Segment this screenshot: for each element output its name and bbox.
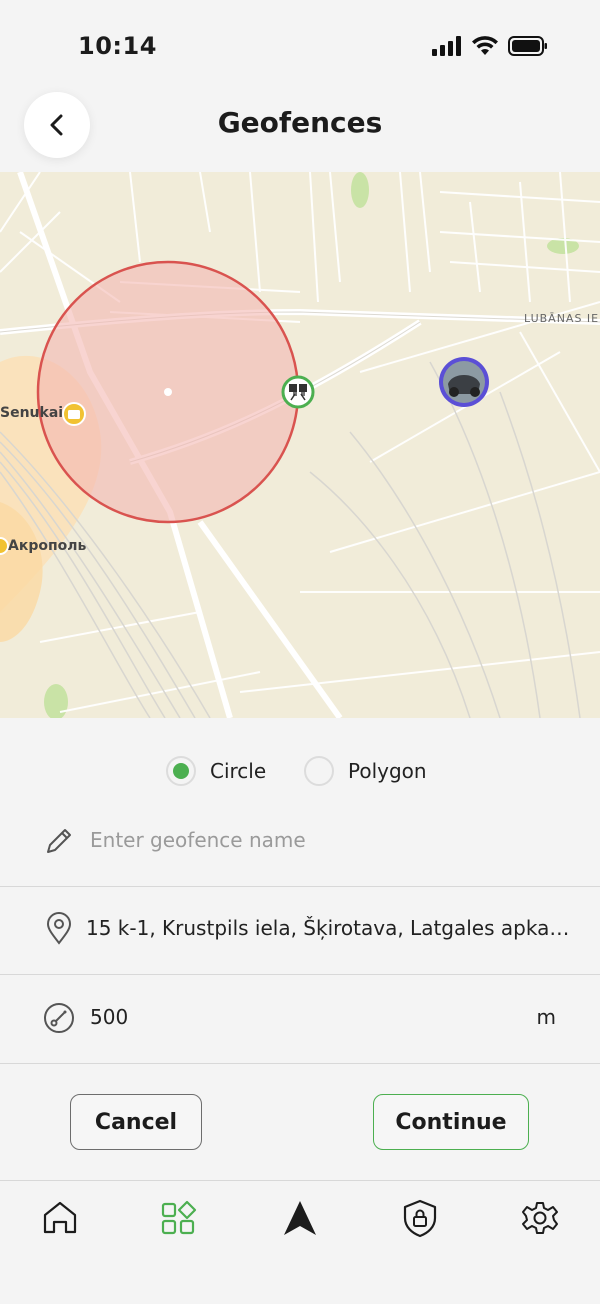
radius-field-row[interactable]: 500 m [0,975,600,1064]
navigation-icon[interactable] [280,1198,320,1238]
radio-circle[interactable]: Circle [166,756,266,786]
map-poi-label: Senukai [0,405,64,421]
map-canvas[interactable] [0,172,600,718]
location-pin-icon [46,912,72,945]
battery-icon [508,36,547,56]
map-park [351,172,369,208]
address-value[interactable]: 15 k-1, Krustpils iela, Šķirotava, Latga… [86,916,569,940]
radio-button[interactable] [166,756,196,786]
status-time: 10:14 [78,32,157,60]
radius-unit: m [536,1005,556,1029]
poi-marker-icon [0,537,9,555]
geofence-name-input[interactable]: Enter geofence name [90,828,306,852]
status-icons [432,36,548,56]
radio-label: Circle [210,759,267,783]
map-park [44,684,68,718]
bottom-nav [0,1182,600,1304]
home-icon[interactable] [40,1198,80,1238]
widgets-icon[interactable] [159,1198,199,1238]
radius-input[interactable]: 500 [90,1005,128,1029]
radio-button[interactable] [304,756,334,786]
pencil-icon [47,829,71,853]
settings-icon[interactable] [520,1198,560,1238]
cancel-button[interactable]: Cancel [70,1094,202,1150]
status-bar: 10:14 [0,0,600,96]
geofence-center [164,388,172,396]
action-row: Cancel Continue [0,1066,600,1181]
page-title: Geofences [217,106,383,139]
cellular-signal-icon [432,36,461,56]
continue-button[interactable]: Continue [373,1094,529,1150]
radius-icon [44,1003,74,1033]
map-view[interactable]: LUBĀNAS IE Senukai Акрополь [0,172,600,718]
radio-selected-dot [173,763,189,779]
map-road-label: LUBĀNAS IE [524,312,600,325]
name-field-row[interactable]: Enter geofence name [0,798,600,887]
wifi-icon [472,36,498,55]
radio-label: Polygon [348,759,427,783]
map-poi-label: Акрополь [8,538,87,554]
radio-polygon[interactable]: Polygon [304,756,427,786]
finish-flag-marker[interactable] [281,375,315,409]
security-icon[interactable] [400,1198,440,1238]
briefcase-icon [68,410,80,419]
header: Geofences [0,90,600,172]
address-field-row[interactable]: 15 k-1, Krustpils iela, Šķirotava, Latga… [0,886,600,975]
